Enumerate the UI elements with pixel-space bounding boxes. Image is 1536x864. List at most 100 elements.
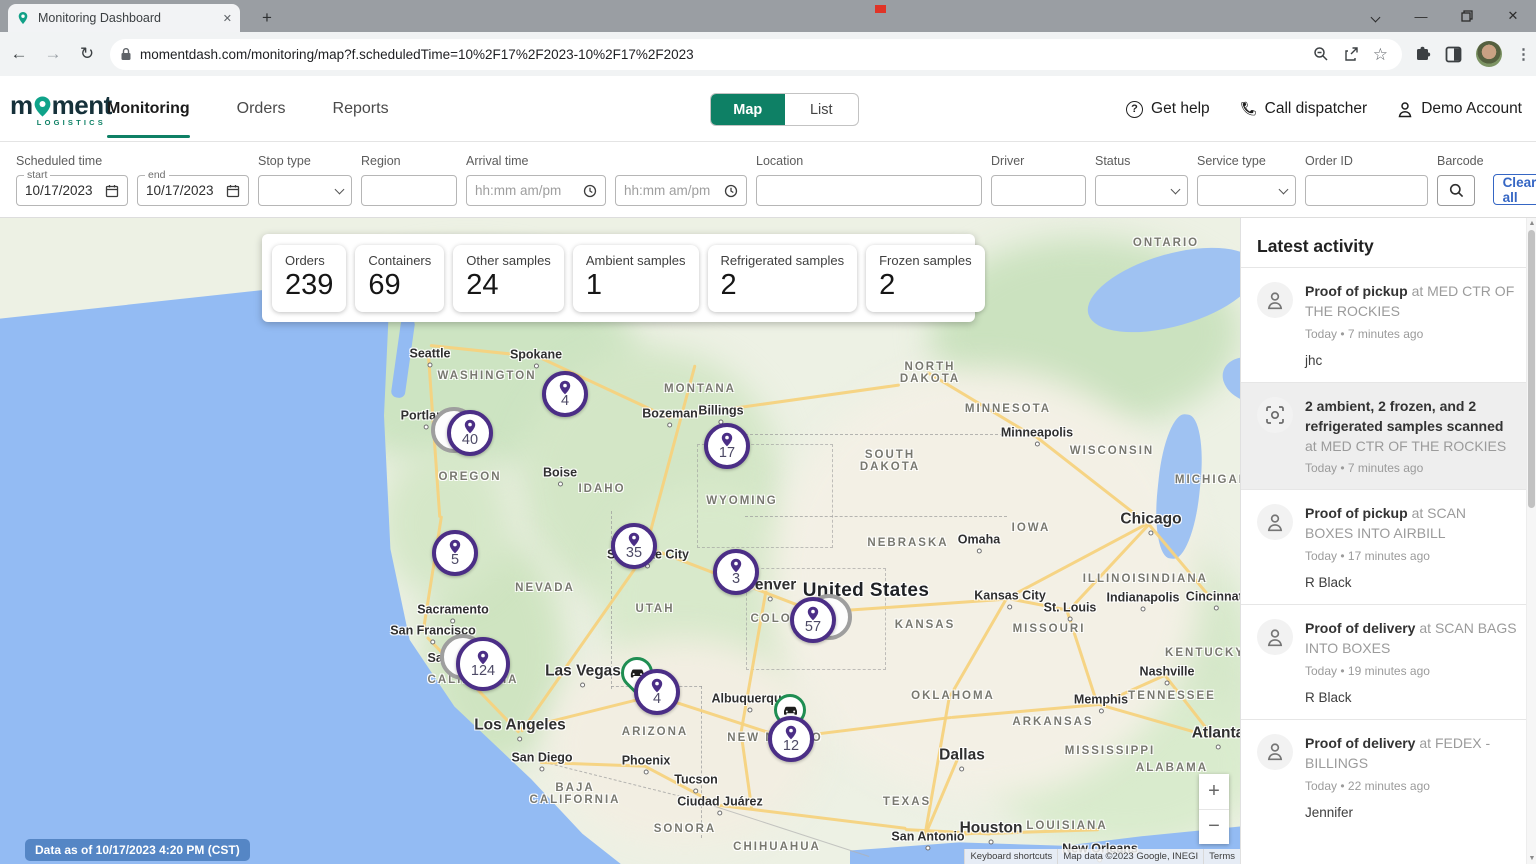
side-panel-icon[interactable] bbox=[1445, 46, 1462, 63]
stat-card: Frozen samples 2 bbox=[866, 245, 984, 312]
maximize-button[interactable] bbox=[1444, 0, 1490, 32]
activity-connector: at bbox=[1412, 505, 1424, 521]
map-label: Cincinnati bbox=[1186, 590, 1240, 611]
scheduled-start-input[interactable]: start 10/17/2023 bbox=[16, 175, 128, 206]
profile-avatar[interactable] bbox=[1476, 41, 1502, 67]
arrival-from-input[interactable]: hh:mm am/pm bbox=[466, 175, 606, 206]
activity-icon-chip bbox=[1257, 619, 1293, 655]
map-cluster-marker[interactable]: 35 bbox=[611, 523, 657, 569]
nav-reports[interactable]: Reports bbox=[333, 76, 389, 142]
map-cluster-marker[interactable]: 124 bbox=[456, 637, 510, 691]
map-label: TEXAS bbox=[883, 796, 931, 808]
activity-item[interactable]: Proof of delivery at SCAN BAGS INTO BOXE… bbox=[1241, 604, 1536, 719]
barcode-search-button[interactable] bbox=[1437, 175, 1475, 206]
scrollbar-thumb[interactable] bbox=[1528, 230, 1535, 508]
stat-value: 239 bbox=[285, 269, 333, 302]
location-label: Location bbox=[756, 154, 982, 168]
map-label: NEBRASKA bbox=[867, 537, 948, 549]
map-label: ALABAMA bbox=[1136, 762, 1208, 774]
map-label: Las Vegas bbox=[545, 663, 621, 688]
map-cluster-marker[interactable]: 3 bbox=[713, 549, 759, 595]
map-label: Kansas City bbox=[974, 589, 1046, 610]
activity-icon-chip bbox=[1257, 282, 1293, 318]
kebab-menu-icon[interactable]: ⋮ bbox=[1516, 47, 1531, 62]
lock-icon bbox=[120, 47, 132, 61]
bookmark-star-icon[interactable]: ☆ bbox=[1373, 46, 1388, 63]
clock-icon[interactable] bbox=[724, 184, 738, 198]
tab-search-chevron-icon[interactable] bbox=[1352, 0, 1398, 32]
forward-button[interactable]: → bbox=[38, 39, 68, 69]
scheduled-end-input[interactable]: end 10/17/2023 bbox=[137, 175, 249, 206]
activity-item[interactable]: Proof of pickup at SCAN BOXES INTO AIRBI… bbox=[1241, 489, 1536, 604]
browser-toolbar: ← → ↻ momentdash.com/monitoring/map?f.sc… bbox=[0, 32, 1536, 76]
status-select[interactable] bbox=[1095, 175, 1188, 206]
call-dispatcher-button[interactable]: Call dispatcher bbox=[1240, 100, 1368, 118]
get-help-button[interactable]: ? Get help bbox=[1126, 100, 1210, 118]
zoom-in-button[interactable]: + bbox=[1199, 774, 1229, 810]
calendar-icon[interactable] bbox=[105, 184, 119, 198]
map-label: ARIZONA bbox=[622, 726, 688, 738]
map-cluster-marker[interactable]: 17 bbox=[704, 423, 750, 469]
map-cluster-marker[interactable]: 12 bbox=[768, 716, 814, 762]
clear-all-button[interactable]: Clear all bbox=[1493, 174, 1536, 205]
account-menu[interactable]: Demo Account bbox=[1397, 100, 1522, 118]
scroll-down-icon[interactable]: ▼ bbox=[1528, 855, 1536, 862]
calendar-icon[interactable] bbox=[226, 184, 240, 198]
activity-action: 2 ambient, 2 frozen, and 2 refrigerated … bbox=[1305, 398, 1503, 434]
tab-favicon-pin-icon bbox=[16, 11, 30, 25]
filter-bar: Scheduled time start 10/17/2023 end 10/1… bbox=[0, 142, 1536, 218]
arrival-to-input[interactable]: hh:mm am/pm bbox=[615, 175, 747, 206]
moment-logo[interactable]: m ment LOGISTICS bbox=[10, 90, 106, 127]
toggle-list-button[interactable]: List bbox=[785, 94, 859, 125]
map-cluster-marker[interactable]: 57 bbox=[790, 597, 836, 643]
driver-input[interactable] bbox=[991, 175, 1086, 206]
share-icon[interactable] bbox=[1343, 46, 1359, 62]
browser-tab[interactable]: Monitoring Dashboard ✕ bbox=[8, 4, 240, 32]
sidebar-scrollbar[interactable]: ▲ ▼ bbox=[1526, 218, 1536, 864]
activity-connector: at bbox=[1412, 283, 1424, 299]
zoom-indicator-icon[interactable] bbox=[1313, 46, 1329, 62]
data-freshness-badge: Data as of 10/17/2023 4:20 PM (CST) bbox=[25, 839, 250, 861]
map-label: Ciudad Juárez bbox=[677, 795, 762, 816]
map-cluster-marker[interactable]: 4 bbox=[634, 669, 680, 715]
tab-close-icon[interactable]: ✕ bbox=[223, 12, 232, 25]
map-label: BAJA CALIFORNIA bbox=[530, 782, 621, 806]
map-canvas[interactable]: ONTARIOgSeattleWASHINGTONSpokanePortland… bbox=[0, 218, 1240, 864]
map-cluster-marker[interactable]: 40 bbox=[447, 410, 493, 456]
extensions-puzzle-icon[interactable] bbox=[1414, 46, 1431, 63]
map-list-toggle: Map List bbox=[710, 93, 859, 126]
nav-orders[interactable]: Orders bbox=[237, 76, 286, 142]
back-button[interactable]: ← bbox=[4, 39, 34, 69]
toggle-map-button[interactable]: Map bbox=[711, 94, 785, 125]
clock-icon[interactable] bbox=[583, 184, 597, 198]
scroll-up-icon[interactable]: ▲ bbox=[1528, 220, 1536, 227]
minimize-button[interactable]: — bbox=[1398, 0, 1444, 32]
terms-link[interactable]: Terms bbox=[1203, 849, 1240, 864]
stop-type-select[interactable] bbox=[258, 175, 352, 206]
new-tab-button[interactable]: + bbox=[254, 5, 280, 31]
map-label: Billings bbox=[698, 404, 743, 425]
order-id-input[interactable] bbox=[1305, 175, 1428, 206]
map-label: NEVADA bbox=[515, 582, 575, 594]
nav-monitoring[interactable]: Monitoring bbox=[107, 76, 190, 142]
region-input[interactable] bbox=[361, 175, 457, 206]
reload-button[interactable]: ↻ bbox=[72, 39, 102, 69]
activity-item[interactable]: Proof of pickup at MED CTR OF THE ROCKIE… bbox=[1241, 267, 1536, 382]
zoom-out-button[interactable]: − bbox=[1199, 810, 1229, 845]
location-input[interactable] bbox=[756, 175, 982, 206]
url-bar[interactable]: momentdash.com/monitoring/map?f.schedule… bbox=[110, 39, 1402, 70]
stat-value: 2 bbox=[879, 269, 971, 302]
activity-item[interactable]: 2 ambient, 2 frozen, and 2 refrigerated … bbox=[1241, 382, 1536, 490]
keyboard-shortcuts-link[interactable]: Keyboard shortcuts bbox=[964, 849, 1057, 864]
map-cluster-marker[interactable]: 4 bbox=[542, 371, 588, 417]
map-label: Indianapolis bbox=[1107, 591, 1180, 612]
map-cluster-marker[interactable]: 5 bbox=[432, 530, 478, 576]
activity-item[interactable]: Proof of delivery at FEDEX - BILLINGS To… bbox=[1241, 719, 1536, 834]
map-label: IDAHO bbox=[578, 483, 625, 495]
map-label: KENTUCKY bbox=[1165, 647, 1240, 659]
close-window-button[interactable]: ✕ bbox=[1490, 0, 1536, 32]
chevron-down-icon bbox=[1171, 184, 1181, 194]
service-type-select[interactable] bbox=[1197, 175, 1296, 206]
map-attribution: Keyboard shortcuts Map data ©2023 Google… bbox=[964, 849, 1240, 864]
url-text: momentdash.com/monitoring/map?f.schedule… bbox=[140, 47, 1305, 62]
